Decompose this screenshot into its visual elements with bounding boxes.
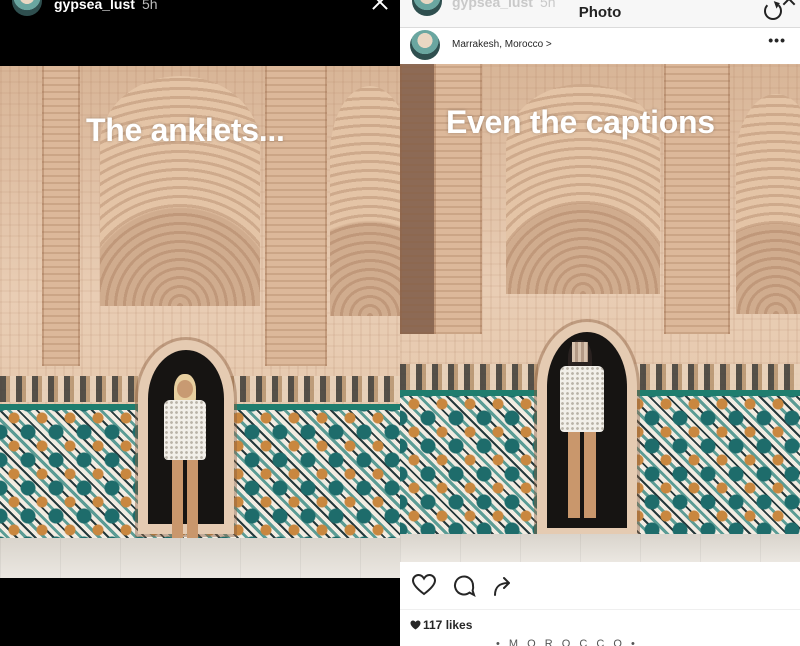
- post-header: Marrakesh, Morocco > •••: [400, 28, 800, 64]
- story-username[interactable]: gypsea_lust: [54, 0, 135, 12]
- heart-icon[interactable]: [412, 574, 436, 596]
- location-link[interactable]: Marrakesh, Morocco >: [452, 39, 552, 50]
- story-screen: gypsea_lust 5h The anklets...: [0, 0, 400, 646]
- chevron-right-icon: >: [545, 39, 552, 50]
- close-icon[interactable]: [372, 0, 388, 10]
- likes-label: 117 likes: [423, 618, 473, 632]
- pillar: [400, 64, 436, 334]
- floor: [0, 538, 400, 578]
- post-avatar[interactable]: [410, 30, 440, 60]
- story-header: gypsea_lust 5h: [0, 0, 400, 66]
- carved-arch: [736, 94, 800, 314]
- legs: [172, 460, 198, 538]
- close-icon[interactable]: [782, 0, 796, 6]
- comment-icon[interactable]: [452, 574, 476, 598]
- pillar: [42, 66, 80, 366]
- story-avatar[interactable]: [12, 0, 42, 16]
- woman-figure: [160, 374, 212, 544]
- post-overlay-text: Even the captions: [446, 104, 715, 140]
- caption-peek: • M O R O C C O •: [496, 638, 638, 646]
- woman-figure: [556, 336, 608, 522]
- post-photo[interactable]: Even the captions: [400, 64, 800, 562]
- carved-arch: [100, 76, 260, 306]
- pillar: [265, 66, 327, 366]
- carved-arch: [330, 86, 400, 316]
- page-title: Photo: [578, 4, 622, 21]
- story-photo: The anklets...: [0, 66, 400, 578]
- legs: [568, 432, 596, 518]
- head: [177, 380, 193, 398]
- refresh-icon[interactable]: [764, 2, 782, 20]
- share-icon[interactable]: [492, 574, 516, 598]
- story-overlay-text: The anklets...: [86, 112, 285, 148]
- location-label: Marrakesh, Morocco: [452, 39, 544, 50]
- story-time: 5h: [142, 0, 158, 12]
- nav-bar: gypsea_lust 5h Photo: [400, 0, 800, 28]
- post-screen: gypsea_lust 5h Photo Marrakesh, Morocco …: [400, 0, 800, 646]
- blurred-face: [572, 342, 588, 362]
- post-actions: [400, 562, 800, 610]
- romper: [164, 400, 206, 460]
- floor: [400, 534, 800, 562]
- more-icon[interactable]: •••: [768, 32, 786, 48]
- story-footer: [0, 578, 400, 646]
- heart-filled-icon: [410, 620, 421, 630]
- romper: [560, 366, 604, 432]
- likes-count[interactable]: 117 likes: [410, 618, 472, 632]
